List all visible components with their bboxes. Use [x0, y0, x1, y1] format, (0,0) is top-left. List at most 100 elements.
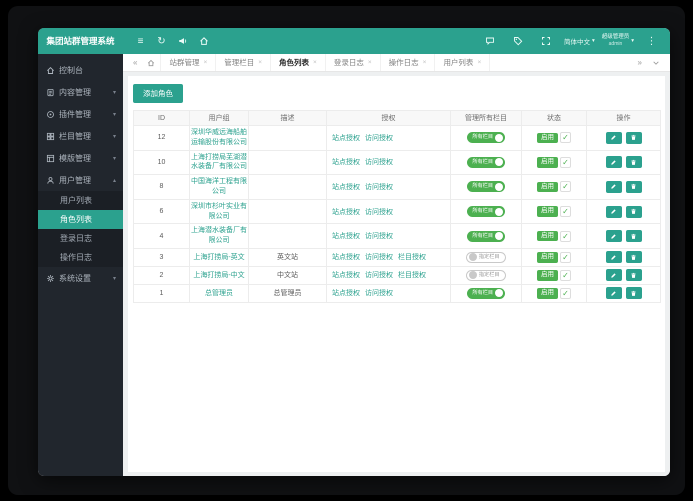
- refresh-icon[interactable]: ↻: [151, 32, 172, 50]
- status-enabled-button[interactable]: 启用: [537, 270, 558, 281]
- sidebar-item-login-log[interactable]: 登录日志: [38, 229, 123, 248]
- close-icon[interactable]: ×: [313, 59, 317, 66]
- permission-link[interactable]: 访问授权: [365, 254, 393, 261]
- permission-link[interactable]: 站点授权: [332, 159, 360, 166]
- cell-user-group[interactable]: 上海潜水装备厂有限公司: [190, 224, 249, 249]
- sidebar-item-user[interactable]: 用户管理▴: [38, 169, 123, 191]
- scope-toggle[interactable]: 指定栏目: [466, 270, 505, 281]
- tab-user-list[interactable]: 用户列表×: [435, 54, 490, 71]
- edit-button[interactable]: [606, 132, 622, 144]
- status-enabled-button[interactable]: 启用: [537, 288, 558, 299]
- tabs-overflow-button[interactable]: »: [633, 58, 647, 67]
- scope-toggle[interactable]: 所有栏目: [467, 157, 504, 168]
- edit-button[interactable]: [606, 251, 622, 263]
- permission-link[interactable]: 访问授权: [365, 272, 393, 279]
- delete-button[interactable]: [626, 251, 642, 263]
- permission-link[interactable]: 站点授权: [332, 233, 360, 240]
- tabs-collapse-button[interactable]: «: [128, 54, 142, 71]
- delete-button[interactable]: [626, 132, 642, 144]
- delete-button[interactable]: [626, 230, 642, 242]
- permission-link[interactable]: 访问授权: [365, 135, 393, 142]
- permission-link[interactable]: 访问授权: [365, 290, 393, 297]
- delete-button[interactable]: [626, 269, 642, 281]
- cell-user-group[interactable]: 深圳华威远海船舶运输股份有限公司: [190, 126, 249, 151]
- cell-user-group[interactable]: 上海打捞局-中文: [190, 266, 249, 284]
- permission-link[interactable]: 站点授权: [332, 272, 360, 279]
- status-enabled-button[interactable]: 启用: [537, 252, 558, 263]
- permission-link[interactable]: 访问授权: [365, 184, 393, 191]
- permission-link[interactable]: 站点授权: [332, 254, 360, 261]
- home-icon[interactable]: [193, 32, 214, 50]
- status-enabled-button[interactable]: 启用: [537, 182, 558, 193]
- close-icon[interactable]: ×: [368, 59, 372, 66]
- status-checkbox[interactable]: ✓: [560, 132, 571, 143]
- tab-site-group[interactable]: 站群管理×: [160, 54, 216, 71]
- permission-link[interactable]: 栏目授权: [398, 272, 426, 279]
- scope-toggle[interactable]: 所有栏目: [467, 132, 504, 143]
- sidebar-item-plugin[interactable]: 插件管理▾: [38, 103, 123, 125]
- permission-link[interactable]: 站点授权: [332, 184, 360, 191]
- permission-link[interactable]: 访问授权: [365, 209, 393, 216]
- status-enabled-button[interactable]: 启用: [537, 231, 558, 242]
- cell-user-group[interactable]: 总管理员: [190, 284, 249, 302]
- add-role-button[interactable]: 添加角色: [133, 84, 183, 103]
- delete-button[interactable]: [626, 181, 642, 193]
- tab-operation-log[interactable]: 操作日志×: [381, 54, 436, 71]
- delete-button[interactable]: [626, 206, 642, 218]
- sidebar-item-column[interactable]: 栏目管理▾: [38, 125, 123, 147]
- status-checkbox[interactable]: ✓: [560, 231, 571, 242]
- scope-toggle[interactable]: 所有栏目: [467, 231, 504, 242]
- close-icon[interactable]: ×: [477, 59, 481, 66]
- sidebar-item-dashboard[interactable]: 控制台: [38, 59, 123, 81]
- scope-toggle[interactable]: 指定栏目: [466, 252, 505, 263]
- tab-manage-column[interactable]: 管理栏目×: [216, 54, 271, 71]
- scope-toggle[interactable]: 所有栏目: [467, 206, 504, 217]
- cell-user-group[interactable]: 上海打捞局芜湖潜水装备厂有限公司: [190, 150, 249, 175]
- status-enabled-button[interactable]: 启用: [537, 206, 558, 217]
- sidebar-item-template[interactable]: 模版管理▾: [38, 147, 123, 169]
- sidebar-item-content[interactable]: 内容管理▾: [38, 81, 123, 103]
- status-checkbox[interactable]: ✓: [560, 288, 571, 299]
- sidebar-item-system[interactable]: 系统设置▾: [38, 267, 123, 289]
- sidebar-item-operation-log[interactable]: 操作日志: [38, 248, 123, 267]
- language-selector[interactable]: 简体中文 ▾: [564, 36, 595, 46]
- menu-icon[interactable]: ≡: [130, 32, 151, 50]
- status-checkbox[interactable]: ✓: [560, 270, 571, 281]
- announce-icon[interactable]: [172, 32, 193, 50]
- edit-button[interactable]: [606, 230, 622, 242]
- delete-button[interactable]: [626, 287, 642, 299]
- cell-user-group[interactable]: 中国海洋工程有限公司: [190, 175, 249, 200]
- user-menu[interactable]: 超级管理员 admin ▾: [602, 34, 634, 47]
- edit-button[interactable]: [606, 181, 622, 193]
- edit-button[interactable]: [606, 206, 622, 218]
- status-checkbox[interactable]: ✓: [560, 181, 571, 192]
- close-icon[interactable]: ×: [258, 59, 262, 66]
- edit-button[interactable]: [606, 269, 622, 281]
- status-checkbox[interactable]: ✓: [560, 157, 571, 168]
- tab-home-icon[interactable]: [142, 54, 160, 71]
- status-enabled-button[interactable]: 启用: [537, 133, 558, 144]
- tab-login-log[interactable]: 登录日志×: [326, 54, 381, 71]
- fullscreen-icon[interactable]: [536, 32, 557, 50]
- delete-button[interactable]: [626, 156, 642, 168]
- sidebar-item-user-list[interactable]: 用户列表: [38, 191, 123, 210]
- close-icon[interactable]: ×: [203, 59, 207, 66]
- comment-icon[interactable]: [480, 32, 501, 50]
- status-checkbox[interactable]: ✓: [560, 206, 571, 217]
- edit-button[interactable]: [606, 287, 622, 299]
- more-icon[interactable]: ⋮: [641, 32, 662, 50]
- scope-toggle[interactable]: 所有栏目: [467, 288, 504, 299]
- sidebar-item-role-list[interactable]: 角色列表: [38, 210, 123, 229]
- status-enabled-button[interactable]: 启用: [537, 157, 558, 168]
- permission-link[interactable]: 站点授权: [332, 135, 360, 142]
- tag-icon[interactable]: [508, 32, 529, 50]
- cell-user-group[interactable]: 深圳市杉叶实业有限公司: [190, 199, 249, 224]
- scope-toggle[interactable]: 所有栏目: [467, 181, 504, 192]
- permission-link[interactable]: 站点授权: [332, 290, 360, 297]
- permission-link[interactable]: 访问授权: [365, 233, 393, 240]
- close-icon[interactable]: ×: [423, 59, 427, 66]
- permission-link[interactable]: 栏目授权: [398, 254, 426, 261]
- edit-button[interactable]: [606, 156, 622, 168]
- tab-role-list[interactable]: 角色列表×: [271, 54, 326, 71]
- permission-link[interactable]: 访问授权: [365, 159, 393, 166]
